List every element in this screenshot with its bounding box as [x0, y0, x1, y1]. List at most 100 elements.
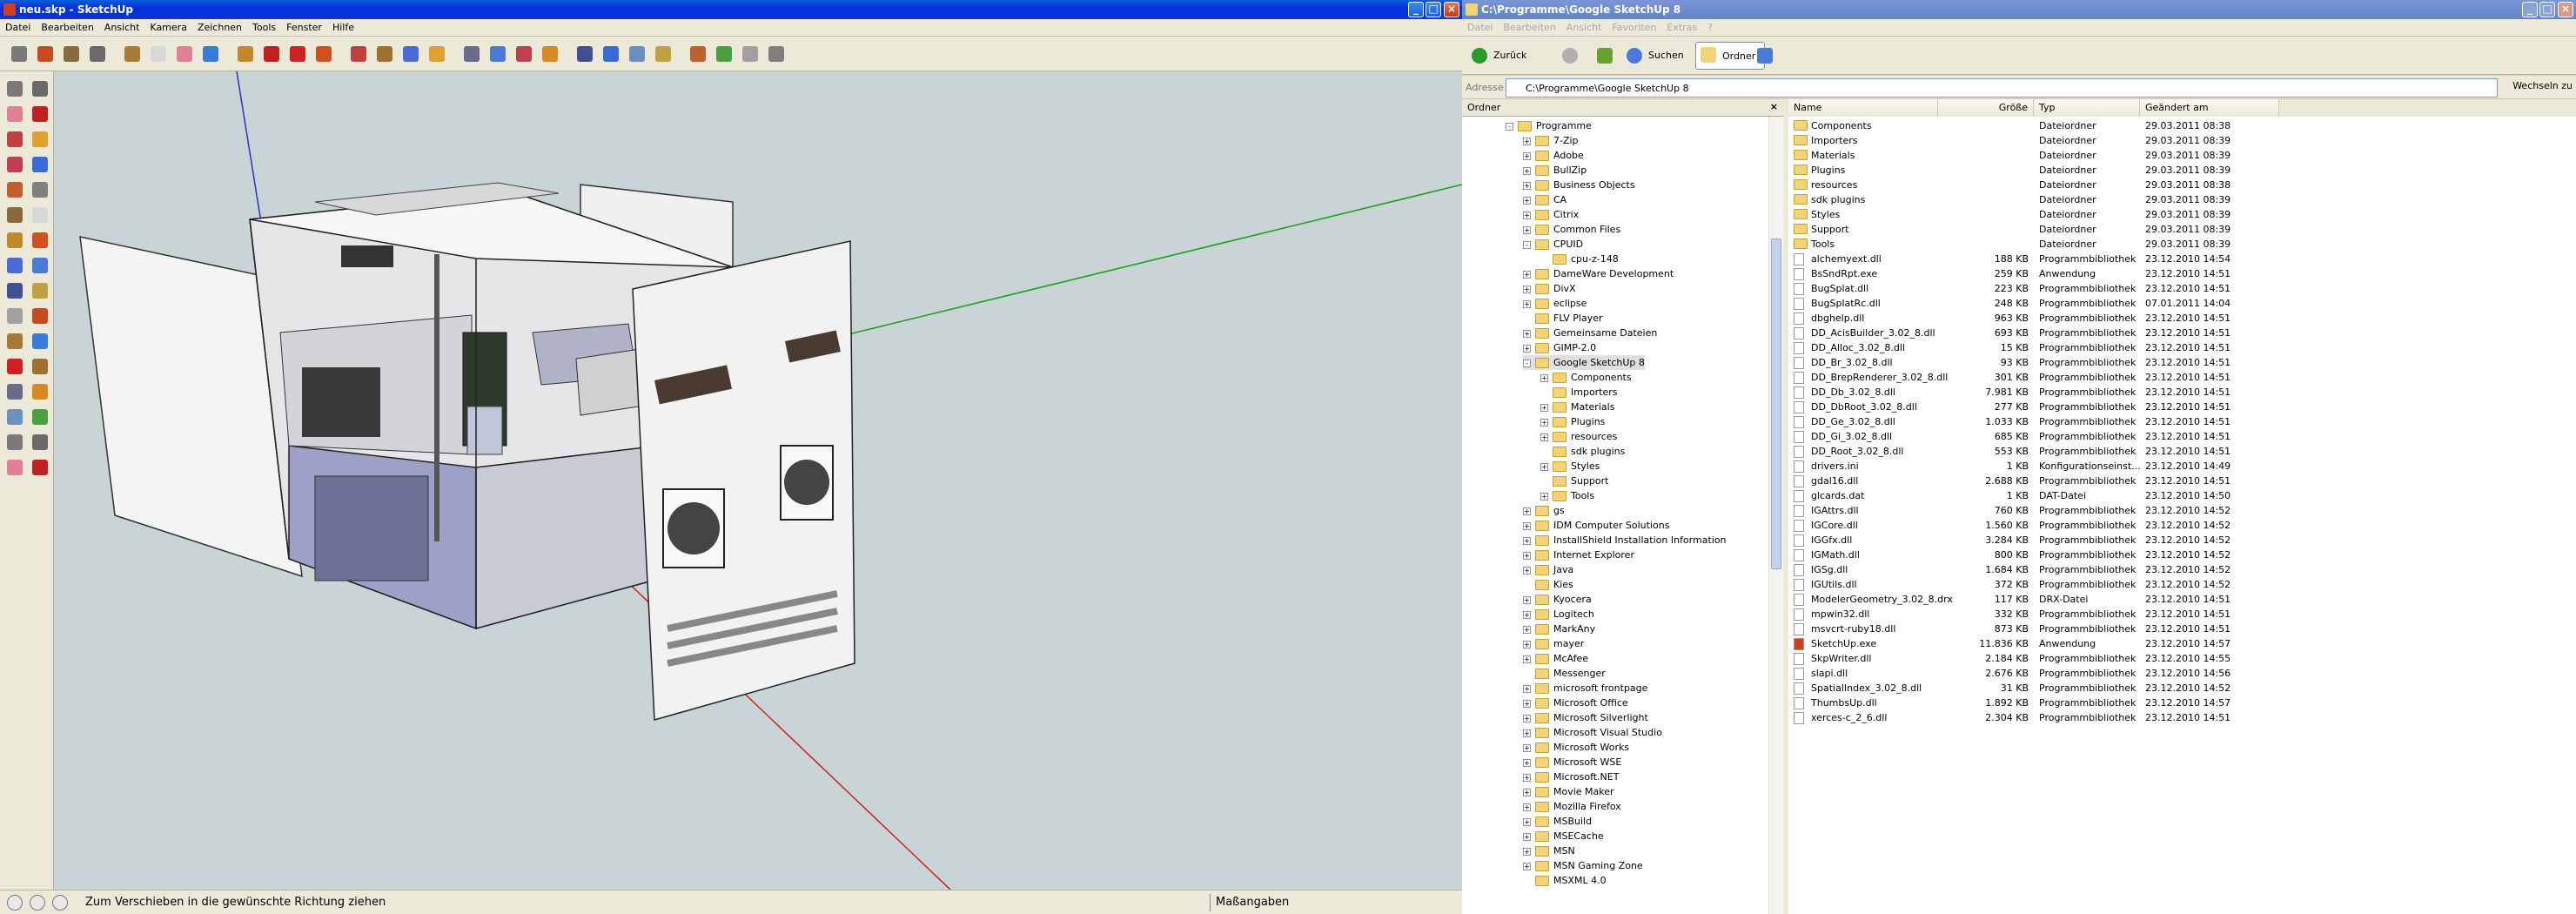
file-row[interactable]: Materials Dateiordner 29.03.2011 08:39 [1788, 148, 2576, 163]
google-earth-button[interactable] [738, 42, 762, 66]
menu-item[interactable]: Kamera [144, 19, 192, 36]
close-button[interactable]: × [1444, 2, 1459, 17]
protractor-tool[interactable] [3, 304, 27, 328]
expand-icon[interactable]: + [1523, 225, 1531, 234]
tree-item[interactable]: MSXML 4.0 [1523, 873, 1607, 888]
previous-view-button[interactable] [512, 42, 536, 66]
file-row[interactable]: Support Dateiordner 29.03.2011 08:39 [1788, 222, 2576, 237]
scale-button[interactable] [346, 42, 371, 66]
expand-icon[interactable]: + [1540, 462, 1548, 471]
tree-item[interactable]: + Kyocera [1523, 592, 1592, 607]
pencil-button[interactable] [33, 42, 57, 66]
measurements-box[interactable]: Maßangaben [1210, 894, 1453, 911]
expand-icon[interactable]: + [1523, 181, 1531, 190]
expand-icon[interactable]: + [1523, 166, 1531, 175]
menu-item[interactable]: Extras [1661, 19, 1702, 36]
tree-item[interactable]: + Microsoft.NET [1523, 770, 1619, 784]
expand-icon[interactable]: + [1523, 788, 1531, 796]
collapse-icon[interactable]: - [1506, 122, 1513, 131]
tree-item[interactable]: - CPUID [1523, 237, 1583, 252]
zoom-button[interactable] [460, 42, 484, 66]
file-row[interactable]: IGAttrs.dll 760 KB Programmbibliothek 23.12… [1788, 503, 2576, 518]
follow-me-button[interactable] [312, 42, 336, 66]
expand-icon[interactable]: + [1523, 595, 1531, 604]
search-button[interactable]: Suchen [1622, 44, 1692, 68]
tree-item[interactable]: + Microsoft Silverlight [1523, 710, 1648, 725]
collapse-icon[interactable]: - [1523, 359, 1531, 367]
look-around-button[interactable] [625, 42, 649, 66]
file-row[interactable]: Importers Dateiordner 29.03.2011 08:39 [1788, 133, 2576, 148]
tree-item[interactable]: + Microsoft WSE [1523, 755, 1621, 770]
file-row[interactable]: BugSplatRc.dll 248 KB Programmbibliothek 07… [1788, 296, 2576, 311]
tree-item[interactable]: + Movie Maker [1523, 784, 1614, 799]
file-row[interactable]: dbghelp.dll 963 KB Programmbibliothek 23.12… [1788, 311, 2576, 326]
paint-bucket-button[interactable] [198, 42, 223, 66]
explorer-titlebar[interactable]: C:\Programme\Google SketchUp 8 _ □ × [1462, 0, 2576, 19]
tree-item[interactable]: + Materials [1540, 400, 1614, 414]
tree-scrollbar[interactable] [1768, 117, 1783, 914]
eraser-button[interactable] [172, 42, 197, 66]
offset-tool[interactable] [28, 253, 52, 278]
menu-item[interactable]: Datei [0, 19, 36, 36]
expand-icon[interactable]: + [1540, 492, 1548, 501]
file-row[interactable]: IGGfx.dll 3.284 KB Programmbibliothek 23.12… [1788, 533, 2576, 548]
file-row[interactable]: IGMath.dll 800 KB Programmbibliothek 23.12.… [1788, 548, 2576, 562]
tree-item[interactable]: + Gemeinsame Dateien [1523, 326, 1657, 340]
close-button[interactable]: × [2558, 2, 2573, 17]
rectangle-button[interactable] [59, 42, 84, 66]
rectangle-tool[interactable] [3, 127, 27, 151]
file-row[interactable]: xerces-c_2_6.dll 2.304 KB Programmbiblioth… [1788, 710, 2576, 725]
file-row[interactable]: Styles Dateiordner 29.03.2011 08:39 [1788, 207, 2576, 222]
menu-item[interactable]: Ansicht [99, 19, 145, 36]
expand-icon[interactable]: + [1540, 403, 1548, 412]
file-row[interactable]: Components Dateiordner 29.03.2011 08:38 [1788, 118, 2576, 133]
credits-icon[interactable] [30, 895, 45, 911]
file-row[interactable]: DD_Gi_3.02_8.dll 685 KB Programmbibliothek… [1788, 429, 2576, 444]
rotate-button[interactable] [285, 42, 310, 66]
tree-scroll-thumb[interactable] [1771, 239, 1781, 569]
expand-icon[interactable]: + [1523, 847, 1531, 856]
menu-item[interactable]: Datei [1462, 19, 1498, 36]
3d-viewport[interactable] [54, 71, 1462, 890]
section-plane-button[interactable] [651, 42, 675, 66]
close-pane-icon[interactable]: × [1770, 101, 1778, 112]
expand-icon[interactable]: + [1523, 832, 1531, 841]
get-models-button[interactable] [686, 42, 710, 66]
minimize-button[interactable]: _ [2522, 2, 2538, 17]
file-row[interactable]: DD_BrepRenderer_3.02_8.dll 301 KB Programm… [1788, 370, 2576, 385]
circle-tool[interactable] [3, 152, 27, 177]
look-around-tool[interactable] [28, 430, 52, 454]
sketchup-titlebar[interactable]: neu.skp - SketchUp _ □ × [0, 0, 1462, 19]
up-folder-button[interactable] [1593, 44, 1617, 68]
file-row[interactable]: DD_Root_3.02_8.dll 553 KB Programmbiblioth… [1788, 444, 2576, 459]
file-row[interactable]: SpatialIndex_3.02_8.dll 31 KB Programmbibl… [1788, 681, 2576, 696]
expand-icon[interactable]: + [1523, 655, 1531, 663]
dimension-tool[interactable] [28, 279, 52, 303]
expand-icon[interactable]: + [1523, 610, 1531, 619]
tree-item[interactable]: + mayer [1523, 636, 1584, 651]
expand-icon[interactable]: + [1523, 196, 1531, 205]
previous-tool[interactable] [28, 405, 52, 429]
tree-item[interactable]: + McAfee [1523, 651, 1588, 666]
arc-button[interactable] [120, 42, 144, 66]
file-row[interactable]: ModelerGeometry_3.02_8.drx 117 KB DRX-Date… [1788, 592, 2576, 607]
tree-item[interactable]: + BullZip [1523, 163, 1587, 178]
file-row[interactable]: mpwin32.dll 332 KB Programmbibliothek 23.12… [1788, 607, 2576, 622]
file-row[interactable]: slapi.dll 2.676 KB Programmbibliothek 23.12… [1788, 666, 2576, 681]
tree-item[interactable]: FLV Player [1523, 311, 1603, 326]
tree-item[interactable]: Importers [1540, 385, 1618, 400]
tree-item[interactable]: + MSECache [1523, 829, 1604, 843]
go-button[interactable]: Wechseln zu [2512, 80, 2573, 91]
tree-item[interactable]: + Citrix [1523, 207, 1579, 222]
zoom-tool[interactable] [3, 380, 27, 404]
select-tool[interactable] [3, 77, 27, 101]
axes-tool[interactable] [3, 329, 27, 353]
back-button[interactable]: Zurück [1467, 44, 1554, 68]
zoom-window-tool[interactable] [28, 380, 52, 404]
make-component-button[interactable] [146, 42, 171, 66]
position-camera-button[interactable] [573, 42, 597, 66]
expand-icon[interactable]: + [1523, 211, 1531, 219]
collapse-icon[interactable]: - [1523, 240, 1531, 249]
file-row[interactable]: DD_Ge_3.02_8.dll 1.033 KB Programmbiblioth… [1788, 414, 2576, 429]
tree-item[interactable]: + microsoft frontpage [1523, 681, 1647, 696]
